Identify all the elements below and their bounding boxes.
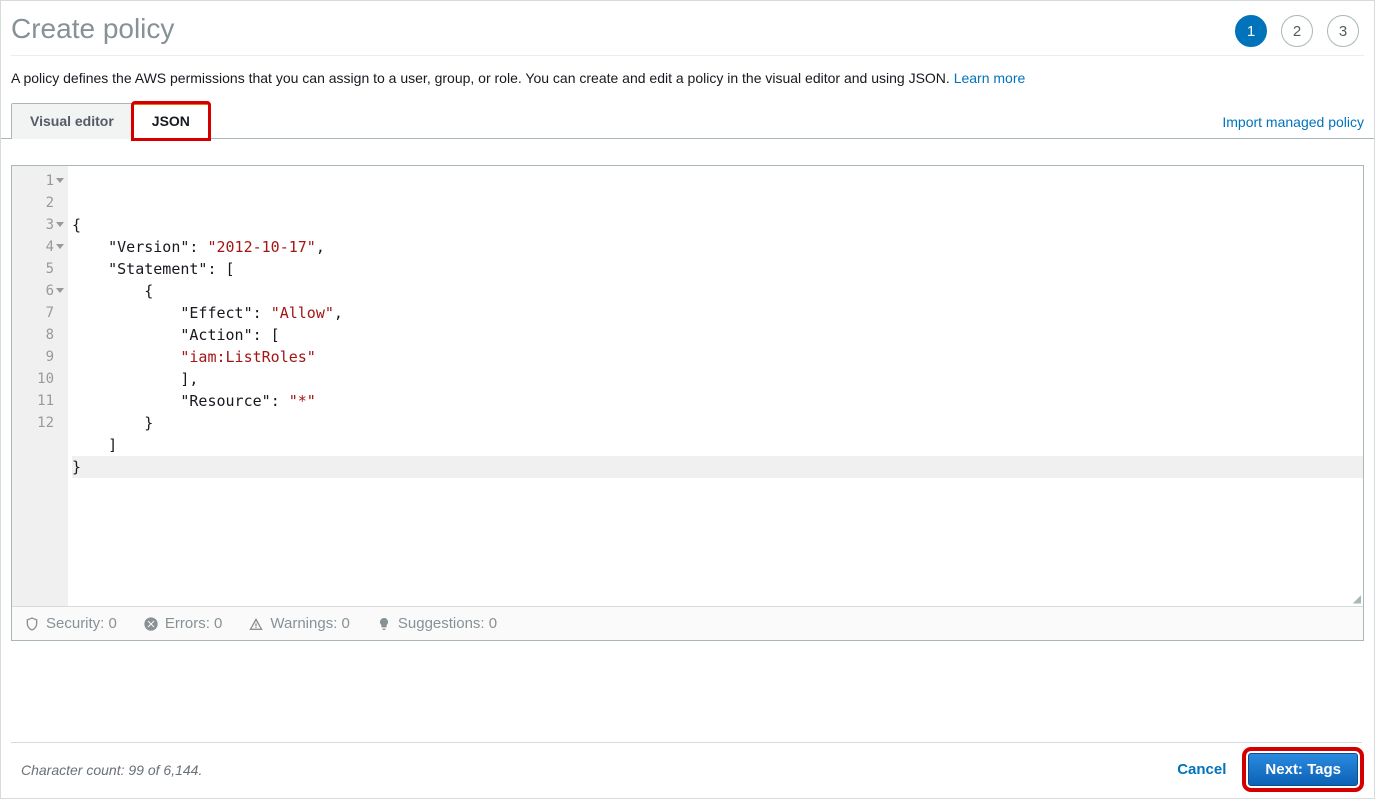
editor-gutter: 123456789101112 [12, 166, 68, 606]
code-line[interactable]: } [72, 412, 1363, 434]
status-security-label: Security: 0 [46, 615, 117, 632]
character-count: Character count: 99 of 6,144. [21, 762, 202, 778]
code-line[interactable]: "Resource": "*" [72, 390, 1363, 412]
wizard-steps: 123 [1235, 11, 1359, 47]
next-tags-button[interactable]: Next: Tags [1248, 753, 1358, 786]
error-icon [143, 616, 159, 632]
status-security[interactable]: Security: 0 [24, 615, 117, 632]
editor-status-bar: Security: 0 Errors: 0 Warnings: 0 Sugges… [12, 606, 1363, 640]
status-errors-label: Errors: 0 [165, 615, 223, 632]
code-line[interactable]: ] [72, 434, 1363, 456]
code-line[interactable]: { [72, 214, 1363, 236]
resize-handle-icon: ◢ [1353, 594, 1361, 604]
shield-icon [24, 616, 40, 632]
cancel-button[interactable]: Cancel [1177, 761, 1226, 778]
code-line[interactable]: { [72, 280, 1363, 302]
policy-description: A policy defines the AWS permissions tha… [1, 70, 1374, 102]
page-title: Create policy [11, 13, 174, 45]
status-warnings[interactable]: Warnings: 0 [248, 615, 349, 632]
code-line[interactable]: } [72, 456, 1363, 478]
status-suggestions[interactable]: Suggestions: 0 [376, 615, 497, 632]
import-managed-policy-link[interactable]: Import managed policy [1222, 114, 1364, 138]
code-line[interactable]: "Effect": "Allow", [72, 302, 1363, 324]
code-line[interactable]: "Action": [ [72, 324, 1363, 346]
status-errors[interactable]: Errors: 0 [143, 615, 223, 632]
learn-more-link[interactable]: Learn more [954, 70, 1026, 86]
json-editor[interactable]: 123456789101112 { "Version": "2012-10-17… [11, 165, 1364, 641]
wizard-step-3[interactable]: 3 [1327, 15, 1359, 47]
footer: Character count: 99 of 6,144. Cancel Nex… [11, 742, 1362, 792]
status-suggestions-label: Suggestions: 0 [398, 615, 497, 632]
tabs: Visual editor JSON [11, 102, 209, 138]
tab-visual-editor[interactable]: Visual editor [11, 103, 133, 139]
code-line[interactable]: "iam:ListRoles" [72, 346, 1363, 368]
code-line[interactable]: "Statement": [ [72, 258, 1363, 280]
lightbulb-icon [376, 616, 392, 632]
code-line[interactable]: ], [72, 368, 1363, 390]
divider [11, 55, 1364, 56]
tab-json[interactable]: JSON [133, 103, 209, 139]
status-warnings-label: Warnings: 0 [270, 615, 349, 632]
editor-code[interactable]: { "Version": "2012-10-17", "Statement": … [68, 166, 1363, 606]
code-line[interactable]: "Version": "2012-10-17", [72, 236, 1363, 258]
wizard-step-2[interactable]: 2 [1281, 15, 1313, 47]
description-text: A policy defines the AWS permissions tha… [11, 70, 954, 86]
wizard-step-1[interactable]: 1 [1235, 15, 1267, 47]
warning-icon [248, 616, 264, 632]
